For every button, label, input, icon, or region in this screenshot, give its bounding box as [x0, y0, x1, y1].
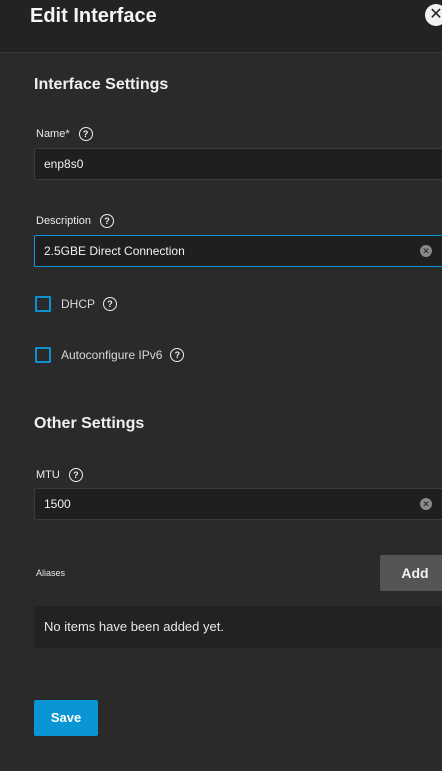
other-settings-title: Other Settings — [34, 415, 145, 432]
description-label: Description — [36, 215, 92, 227]
description-help-icon[interactable]: ? — [100, 214, 115, 228]
close-icon[interactable]: ✕ — [425, 4, 442, 26]
name-field[interactable]: enp8s0 — [34, 148, 442, 180]
aliases-empty-message: No items have been added yet. — [34, 606, 442, 648]
add-alias-button[interactable]: Add — [380, 555, 442, 591]
description-field[interactable]: 2.5GBE Direct Connection — [34, 235, 442, 267]
autoconfigure-ipv6-checkbox[interactable] — [35, 347, 51, 363]
name-label-row: Name* ? — [36, 127, 93, 141]
interface-settings-title: Interface Settings — [34, 76, 169, 93]
mtu-clear-icon[interactable]: ✕ — [420, 498, 432, 510]
dhcp-row: DHCP ? — [35, 296, 118, 312]
dhcp-help-icon[interactable]: ? — [103, 297, 118, 311]
ipv6-row: Autoconfigure IPv6 ? — [35, 347, 185, 363]
mtu-label: MTU — [36, 469, 60, 481]
autoconfigure-ipv6-help-icon[interactable]: ? — [170, 348, 185, 362]
dialog-title: Edit Interface — [30, 5, 157, 27]
mtu-help-icon[interactable]: ? — [68, 468, 83, 482]
save-button[interactable]: Save — [34, 700, 98, 736]
autoconfigure-ipv6-label[interactable]: Autoconfigure IPv6 — [61, 348, 162, 362]
mtu-field[interactable]: 1500 — [34, 488, 442, 520]
mtu-label-row: MTU ? — [36, 468, 83, 482]
aliases-label: Aliases — [36, 568, 66, 578]
name-label: Name* — [36, 128, 70, 140]
description-clear-icon[interactable]: ✕ — [420, 245, 432, 257]
name-help-icon[interactable]: ? — [78, 127, 93, 141]
dialog-header: Edit Interface ✕ — [0, 0, 442, 53]
description-label-row: Description ? — [36, 214, 115, 228]
dhcp-label[interactable]: DHCP — [61, 297, 95, 311]
dhcp-checkbox[interactable] — [35, 296, 51, 312]
